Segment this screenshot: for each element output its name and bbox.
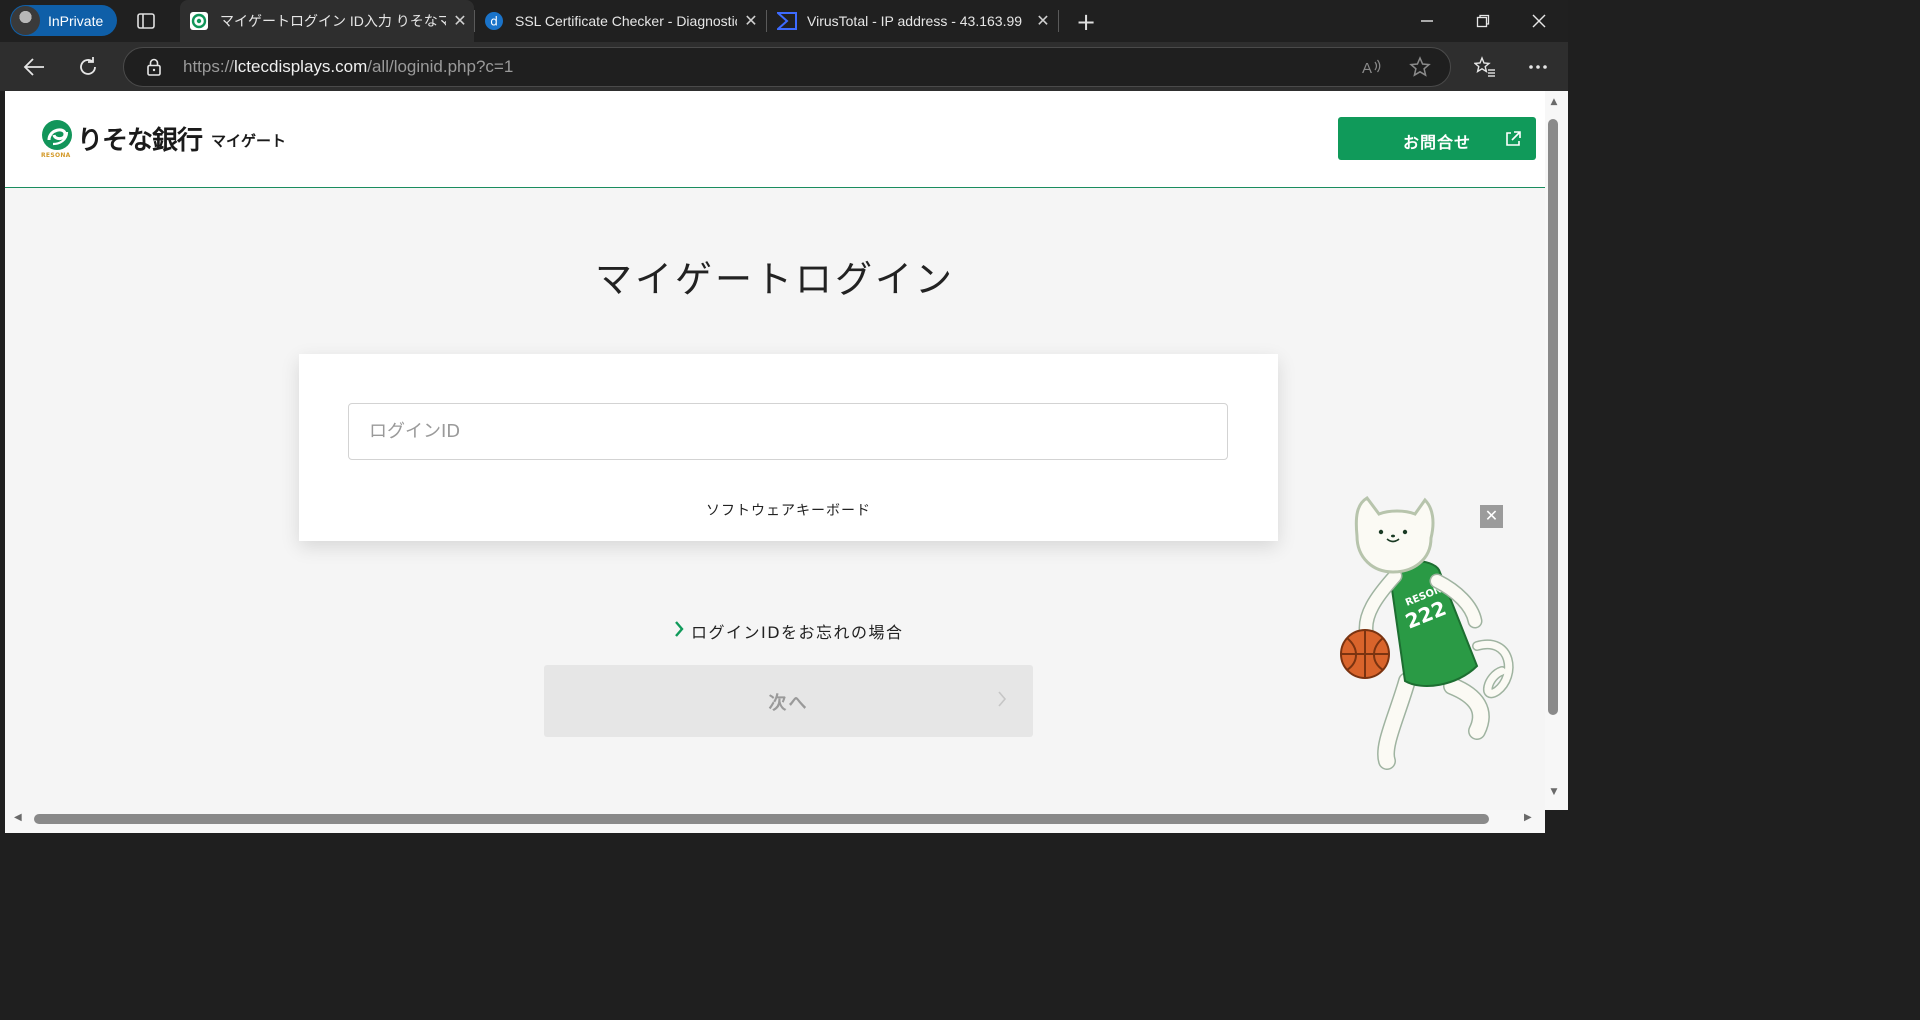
favorites-icon[interactable] — [1470, 52, 1500, 82]
login-card: ソフトウェアキーボード — [299, 354, 1278, 541]
read-aloud-icon[interactable]: A — [1361, 56, 1383, 78]
tab-resona[interactable]: マイゲートログイン ID入力 りそなマイゲート ✕ — [180, 0, 474, 42]
favorite-star-icon[interactable] — [1409, 56, 1431, 78]
next-button[interactable]: 次へ — [544, 665, 1033, 737]
url-text: https://lctecdisplays.com/all/loginid.ph… — [183, 57, 513, 77]
resona-logo[interactable]: RESONA りそな銀行 マイゲート — [40, 118, 287, 159]
tab-title: VirusTotal - IP address - 43.163.99 — [807, 13, 1023, 29]
page-title: マイゲートログイン — [595, 258, 955, 301]
tab-actions-icon[interactable] — [136, 11, 156, 31]
close-tab-icon[interactable]: ✕ — [737, 11, 765, 31]
mascot-cat-image[interactable]: RESONA 222 — [1327, 496, 1517, 776]
tab-strip: InPrivate マイゲートログイン ID入力 りそなマイゲート ✕ d SS… — [0, 0, 1568, 42]
site-header: RESONA りそな銀行 マイゲート お問合せ — [5, 91, 1545, 188]
svg-text:A: A — [1362, 60, 1372, 77]
external-link-icon — [1504, 130, 1522, 152]
close-mascot-button[interactable]: ✕ — [1480, 505, 1503, 528]
chevron-right-icon — [674, 621, 684, 641]
profile-avatar — [11, 6, 40, 35]
svg-text:d: d — [490, 15, 498, 29]
mygate-label: マイゲート — [211, 132, 287, 150]
horizontal-scroll-thumb[interactable] — [34, 814, 1489, 824]
contact-label: お問合せ — [1403, 133, 1472, 152]
url-host: lctecdisplays.com — [234, 57, 368, 76]
vertical-scroll-thumb[interactable] — [1548, 119, 1558, 715]
address-bar[interactable]: https://lctecdisplays.com/all/loginid.ph… — [123, 47, 1451, 87]
url-path: /all/loginid.php?c=1 — [367, 57, 514, 76]
url-scheme: https:// — [183, 57, 235, 76]
next-label: 次へ — [768, 693, 809, 714]
resona-logo-icon — [42, 120, 72, 150]
refresh-icon[interactable] — [73, 52, 103, 82]
back-arrow-icon[interactable] — [19, 52, 49, 82]
more-options-icon[interactable] — [1523, 52, 1553, 82]
bank-name: りそな銀行 — [77, 126, 203, 156]
scroll-right-arrow-icon[interactable]: ▶ — [1524, 812, 1532, 823]
resona-favicon-icon — [190, 12, 208, 30]
contact-button[interactable]: お問合せ — [1338, 117, 1536, 160]
inprivate-label: InPrivate — [48, 12, 104, 29]
web-page: RESONA りそな銀行 マイゲート お問合せ マイゲートログイン ソフトウェア… — [5, 91, 1545, 810]
digicert-favicon-icon: d — [485, 12, 503, 30]
forgot-login-id-label: ログインIDをお忘れの場合 — [691, 623, 904, 642]
logo-resona-text: RESONA — [41, 152, 71, 159]
new-tab-icon[interactable]: + — [1073, 8, 1099, 36]
tab-title: SSL Certificate Checker - Diagnostic Too… — [515, 13, 737, 29]
minimize-icon[interactable] — [1399, 0, 1455, 42]
close-tab-icon[interactable]: ✕ — [446, 11, 474, 31]
login-id-input[interactable] — [348, 403, 1228, 460]
virustotal-favicon-icon — [775, 12, 797, 30]
vertical-scrollbar[interactable]: ▲ ▼ — [1545, 91, 1568, 810]
chevron-right-icon — [997, 691, 1007, 711]
tab-title: マイゲートログイン ID入力 りそなマイゲート — [220, 13, 446, 29]
software-keyboard-link[interactable]: ソフトウェアキーボード — [299, 500, 1278, 520]
close-window-icon[interactable] — [1511, 0, 1567, 42]
close-tab-icon[interactable]: ✕ — [1029, 11, 1057, 31]
restore-icon[interactable] — [1455, 0, 1511, 42]
inprivate-badge[interactable]: InPrivate — [10, 5, 117, 36]
tab-separator — [1058, 10, 1059, 32]
forgot-login-id-link[interactable]: ログインIDをお忘れの場合 — [674, 619, 904, 643]
scroll-down-arrow-icon[interactable]: ▼ — [1547, 787, 1561, 797]
horizontal-scrollbar[interactable]: ◀ ▶ — [5, 810, 1545, 833]
scroll-up-arrow-icon[interactable]: ▲ — [1547, 97, 1561, 107]
navigation-bar: https://lctecdisplays.com/all/loginid.ph… — [0, 42, 1568, 91]
tab-virustotal[interactable]: VirusTotal - IP address - 43.163.99 ✕ — [767, 0, 1057, 42]
scroll-left-arrow-icon[interactable]: ◀ — [14, 812, 22, 823]
tab-ssl-checker[interactable]: d SSL Certificate Checker - Diagnostic T… — [475, 0, 765, 42]
lock-icon[interactable] — [146, 58, 162, 80]
